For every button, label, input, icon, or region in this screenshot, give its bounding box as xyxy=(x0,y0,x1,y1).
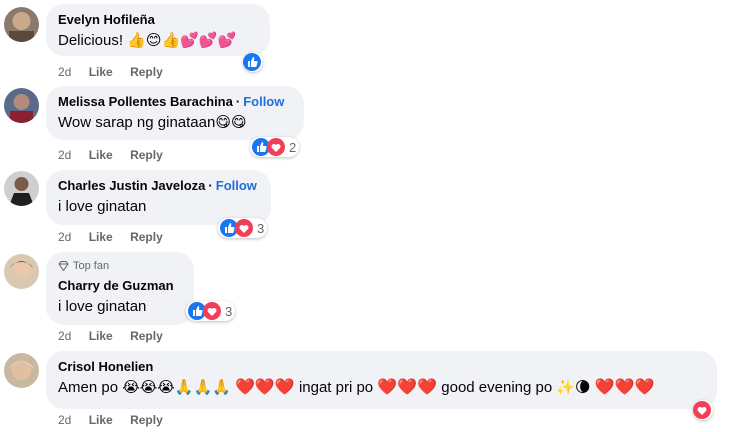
comment-time[interactable]: 2d xyxy=(58,148,71,162)
follow-button[interactable]: Follow xyxy=(216,178,257,193)
comment-time[interactable]: 2d xyxy=(58,413,71,427)
hearts-emoji: ❤️❤️❤️ xyxy=(594,379,655,396)
comment-bubble: Crisol Honelien Amen po 😭😭😭🙏🙏🙏 ❤️❤️❤️ in… xyxy=(46,351,717,409)
commenter-name[interactable]: Charry de Guzman xyxy=(58,277,182,294)
comment-text-part: Amen po 😭😭😭🙏🙏🙏 xyxy=(58,379,231,396)
comment-time[interactable]: 2d xyxy=(58,230,71,244)
avatar[interactable] xyxy=(4,254,39,289)
reply-button[interactable]: Reply xyxy=(130,413,163,427)
comment-meta: 2d Like Reply xyxy=(58,413,177,427)
comment-text: i love ginatan xyxy=(58,298,147,315)
reaction-count: 2 xyxy=(289,139,297,155)
diamond-icon xyxy=(58,261,69,271)
comment-bubble: Evelyn Hofileña Delicious! 👍😊👍💕💕💕 xyxy=(46,4,270,56)
commenter-name[interactable]: Crisol Honelien xyxy=(58,358,705,375)
commenter-name[interactable]: Charles Justin Javeloza xyxy=(58,178,205,193)
reaction-count: 3 xyxy=(257,220,265,236)
avatar[interactable] xyxy=(4,353,39,388)
like-icon xyxy=(243,53,261,71)
love-icon xyxy=(693,401,711,419)
reaction-summary[interactable]: 2 xyxy=(250,137,300,157)
commenter-name[interactable]: Melissa Pollentes Barachina xyxy=(58,94,233,109)
reply-button[interactable]: Reply xyxy=(130,65,163,79)
comment-time[interactable]: 2d xyxy=(58,65,71,79)
comment-text: Wow sarap ng ginataan😋😋 xyxy=(58,114,247,131)
avatar[interactable] xyxy=(4,88,39,123)
comment-meta: 2d Like Reply xyxy=(58,230,177,244)
like-button[interactable]: Like xyxy=(89,230,113,244)
follow-button[interactable]: Follow xyxy=(243,94,284,109)
hearts-emoji: ❤️❤️❤️ xyxy=(377,379,438,396)
comment-bubble: Charles Justin Javeloza · Follow i love gi… xyxy=(46,170,271,225)
separator-dot: · xyxy=(235,94,241,109)
avatar[interactable] xyxy=(4,171,39,206)
comment-text-part: good evening po ✨🌘 xyxy=(441,379,591,396)
reaction-summary[interactable]: 3 xyxy=(186,301,236,321)
reaction-summary[interactable] xyxy=(693,400,713,420)
commenter-line: Charles Justin Javeloza · Follow xyxy=(58,177,259,194)
commenter-name[interactable]: Evelyn Hofileña xyxy=(58,11,258,28)
like-button[interactable]: Like xyxy=(89,329,113,343)
like-button[interactable]: Like xyxy=(89,148,113,162)
like-button[interactable]: Like xyxy=(89,65,113,79)
hearts-emoji: ❤️❤️❤️ xyxy=(235,379,295,396)
avatar[interactable] xyxy=(4,7,39,42)
like-button[interactable]: Like xyxy=(89,413,113,427)
reply-button[interactable]: Reply xyxy=(130,230,163,244)
comment-time[interactable]: 2d xyxy=(58,329,71,343)
comment-bubble: Top fan Charry de Guzman i love ginatan xyxy=(46,252,194,325)
reaction-count: 3 xyxy=(225,303,233,319)
comment-meta: 2d Like Reply xyxy=(58,65,177,79)
comment-text: Amen po 😭😭😭🙏🙏🙏 ❤️❤️❤️ ingat pri po ❤️❤️❤… xyxy=(58,378,705,398)
reaction-summary[interactable] xyxy=(243,52,263,72)
love-icon xyxy=(267,138,285,156)
commenter-line: Melissa Pollentes Barachina · Follow xyxy=(58,93,292,110)
love-icon xyxy=(203,302,221,320)
comment-meta: 2d Like Reply xyxy=(58,329,177,343)
reply-button[interactable]: Reply xyxy=(130,148,163,162)
top-fan-label: Top fan xyxy=(73,260,110,272)
top-fan-badge: Top fan xyxy=(58,259,182,273)
comment-meta: 2d Like Reply xyxy=(58,148,177,162)
love-icon xyxy=(235,219,253,237)
comment-text: Delicious! 👍😊👍💕💕💕 xyxy=(58,32,237,49)
comment-bubble: Melissa Pollentes Barachina · Follow Wow s… xyxy=(46,86,304,140)
separator-dot: · xyxy=(208,178,213,193)
comment-text-part: ingat pri po xyxy=(298,379,374,396)
reaction-summary[interactable]: 3 xyxy=(218,218,268,238)
reply-button[interactable]: Reply xyxy=(130,329,163,343)
comment-text: i love ginatan xyxy=(58,198,147,215)
